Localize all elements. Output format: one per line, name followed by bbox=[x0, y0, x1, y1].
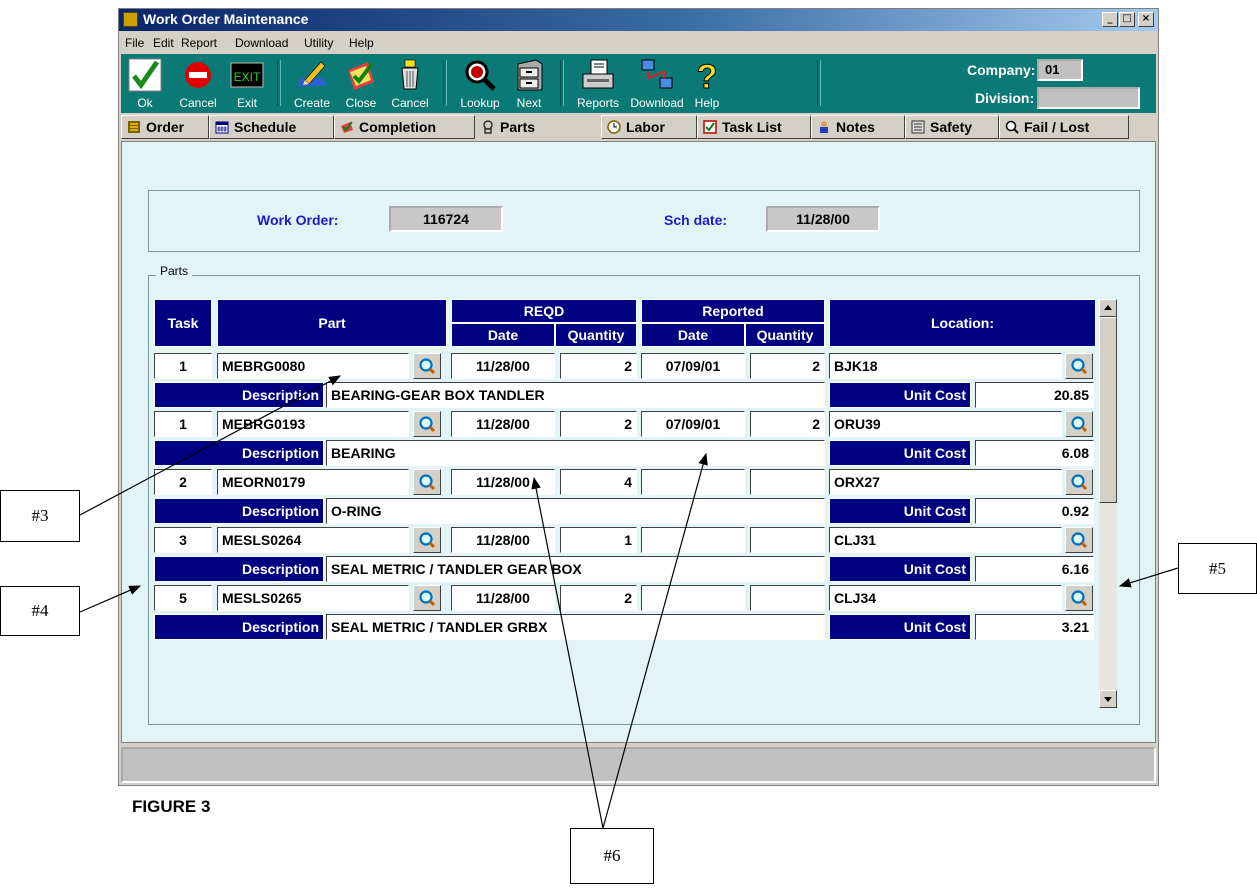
callout-4: #4 bbox=[0, 586, 80, 636]
callout-6: #6 bbox=[570, 828, 654, 884]
callout-6-arrow-a bbox=[602, 452, 708, 829]
callout-3-arrow bbox=[79, 375, 342, 516]
callout-6-arrow-b bbox=[531, 476, 604, 829]
callout-4-arrow bbox=[79, 585, 142, 613]
callout-5-arrow bbox=[1118, 567, 1179, 588]
callout-5: #5 bbox=[1178, 543, 1257, 594]
callout-3: #3 bbox=[0, 490, 80, 542]
callout-arrows bbox=[79, 375, 1179, 829]
